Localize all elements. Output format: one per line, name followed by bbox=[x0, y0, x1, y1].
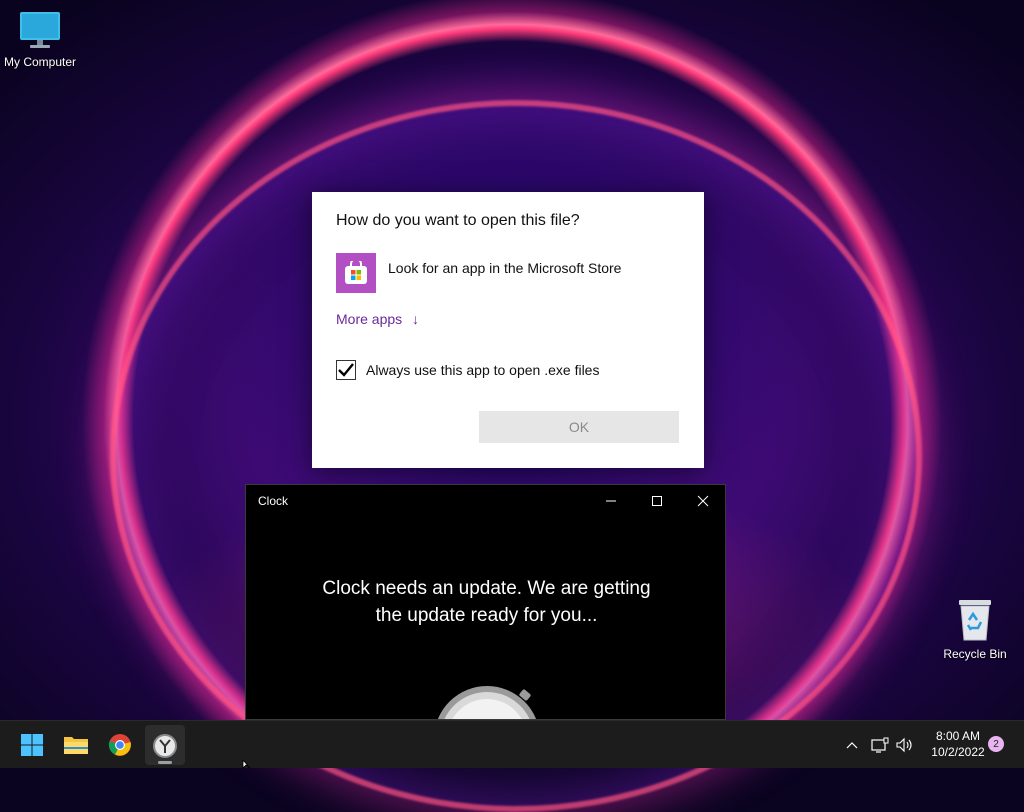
arrow-down-icon: ↓ bbox=[412, 311, 420, 327]
minimize-icon bbox=[606, 500, 616, 502]
close-button[interactable] bbox=[680, 485, 725, 517]
open-with-dialog: How do you want to open this file? Look … bbox=[312, 192, 704, 468]
ok-button[interactable]: OK bbox=[479, 411, 679, 443]
minimize-button[interactable] bbox=[588, 485, 634, 517]
desktop-icon-label: Recycle Bin bbox=[943, 647, 1007, 661]
network-button[interactable] bbox=[868, 721, 892, 769]
taskbar: 8:00 AM 10/2/2022 bbox=[0, 720, 1024, 768]
always-use-checkbox[interactable] bbox=[336, 360, 356, 380]
window-title: Clock bbox=[258, 494, 289, 508]
mouse-cursor-icon bbox=[242, 760, 251, 768]
taskbar-file-explorer[interactable] bbox=[56, 725, 96, 765]
volume-button[interactable] bbox=[893, 721, 917, 769]
file-explorer-icon bbox=[64, 737, 88, 754]
dialog-title: How do you want to open this file? bbox=[336, 212, 580, 229]
taskbar-time: 8:00 AM bbox=[935, 729, 981, 743]
stopwatch-icon bbox=[437, 686, 537, 719]
always-use-checkbox-row[interactable]: Always use this app to open .exe files bbox=[336, 360, 599, 380]
active-app-indicator bbox=[158, 761, 172, 764]
desktop-icon-recycle-bin[interactable]: Recycle Bin bbox=[935, 598, 1015, 661]
desktop-icon-my-computer[interactable]: My Computer bbox=[0, 10, 80, 69]
taskbar-clock[interactable]: 8:00 AM 10/2/2022 bbox=[918, 728, 998, 760]
close-icon bbox=[697, 495, 709, 507]
clock-app-icon bbox=[153, 734, 177, 758]
maximize-icon bbox=[652, 496, 662, 506]
taskbar-date: 10/2/2022 bbox=[931, 745, 985, 759]
taskbar-chrome[interactable] bbox=[100, 725, 140, 765]
always-use-label: Always use this app to open .exe files bbox=[366, 362, 600, 378]
update-message-line1: Clock needs an update. We are getting bbox=[322, 578, 651, 599]
more-apps-link[interactable]: More apps ↓ bbox=[336, 311, 419, 327]
chevron-up-icon bbox=[846, 742, 858, 749]
notification-badge[interactable]: 2 bbox=[988, 736, 1004, 752]
taskbar-clock-app[interactable] bbox=[145, 725, 185, 765]
microsoft-store-option[interactable]: Look for an app in the Microsoft Store bbox=[336, 253, 621, 293]
more-apps-label: More apps bbox=[336, 311, 403, 327]
windows-start-icon bbox=[21, 734, 43, 756]
desktop-icon-label: My Computer bbox=[3, 55, 77, 69]
start-button[interactable] bbox=[12, 725, 52, 765]
clock-window: Clock Clock needs an update. We are gett… bbox=[245, 484, 726, 720]
monitor-icon bbox=[20, 12, 60, 48]
show-hidden-icons-button[interactable] bbox=[840, 721, 864, 769]
microsoft-store-label: Look for an app in the Microsoft Store bbox=[388, 260, 622, 276]
speaker-icon bbox=[896, 737, 912, 753]
update-message: Clock needs an update. We are getting th… bbox=[246, 575, 725, 629]
network-icon bbox=[871, 737, 889, 753]
chrome-icon bbox=[108, 734, 131, 756]
microsoft-store-icon bbox=[336, 253, 376, 293]
recycle-bin-icon bbox=[959, 600, 991, 641]
checkmark-icon bbox=[338, 363, 354, 377]
maximize-button[interactable] bbox=[634, 485, 680, 517]
update-message-line2: the update ready for you... bbox=[375, 605, 598, 626]
